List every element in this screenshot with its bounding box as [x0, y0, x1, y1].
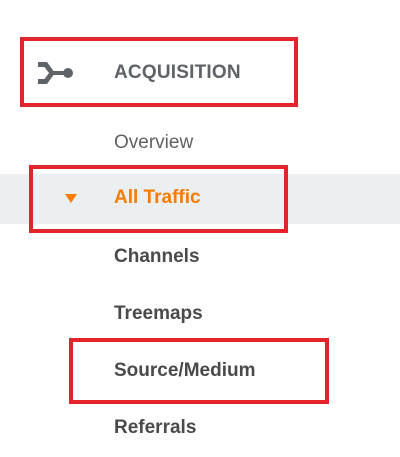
- sidebar-item-channels[interactable]: Channels: [0, 233, 400, 283]
- sidebar-item-label: All Traffic: [114, 187, 201, 208]
- sidebar-item-label: Treemaps: [114, 303, 203, 324]
- sidebar-item-treemaps[interactable]: Treemaps: [0, 290, 400, 340]
- sidebar-item-referrals[interactable]: Referrals: [0, 404, 400, 454]
- sidebar-item-source-medium[interactable]: Source/Medium: [0, 347, 400, 397]
- sidebar-item-label: Channels: [114, 246, 200, 267]
- acquisition-icon: [38, 62, 73, 84]
- acquisition-section-label: ACQUISITION: [114, 62, 241, 83]
- sidebar-item-all-traffic[interactable]: All Traffic: [0, 174, 400, 224]
- sidebar-nav: ACQUISITION Overview All Traffic Channel…: [0, 0, 400, 457]
- acquisition-section-header[interactable]: ACQUISITION: [0, 40, 400, 106]
- sidebar-item-label: Source/Medium: [114, 360, 256, 381]
- sidebar-item-label: Referrals: [114, 417, 197, 438]
- sidebar-item-overview[interactable]: Overview: [0, 119, 400, 169]
- sidebar-item-label: Overview: [114, 132, 194, 153]
- caret-down-icon: [65, 194, 77, 203]
